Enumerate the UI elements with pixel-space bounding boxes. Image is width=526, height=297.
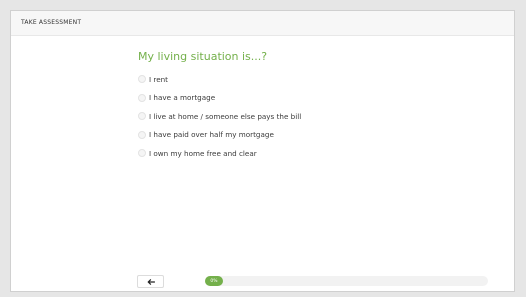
option-label: I have a mortgage xyxy=(149,93,216,103)
option-label: I own my home free and clear xyxy=(149,148,257,158)
radio-button[interactable] xyxy=(138,130,146,139)
radio-button[interactable] xyxy=(138,112,146,121)
question-title: My living situation is...? xyxy=(138,50,268,63)
option-mortgage[interactable]: I have a mortgage xyxy=(138,89,301,108)
option-paid-half-mortgage[interactable]: I have paid over half my mortgage xyxy=(138,126,301,145)
option-label: I rent xyxy=(149,74,168,84)
radio-button[interactable] xyxy=(138,93,146,102)
progress-fill: 0% xyxy=(205,276,223,286)
option-own-home[interactable]: I own my home free and clear xyxy=(138,144,301,163)
progress-bar: 0% xyxy=(205,276,488,286)
assessment-window: TAKE ASSESSMENT My living situation is..… xyxy=(10,10,515,292)
option-label: I have paid over half my mortgage xyxy=(149,130,274,140)
answer-options: I rent I have a mortgage I live at home … xyxy=(138,70,301,163)
page-title: TAKE ASSESSMENT xyxy=(21,19,82,26)
back-button[interactable] xyxy=(137,275,164,288)
top-bar: TAKE ASSESSMENT xyxy=(11,11,514,36)
option-live-at-home[interactable]: I live at home / someone else pays the b… xyxy=(138,107,301,126)
option-label: I live at home / someone else pays the b… xyxy=(149,111,302,121)
progress-label: 0% xyxy=(210,278,218,284)
option-rent[interactable]: I rent xyxy=(138,70,301,89)
arrow-left-icon xyxy=(147,278,155,285)
radio-button[interactable] xyxy=(138,75,146,84)
radio-button[interactable] xyxy=(138,149,146,158)
